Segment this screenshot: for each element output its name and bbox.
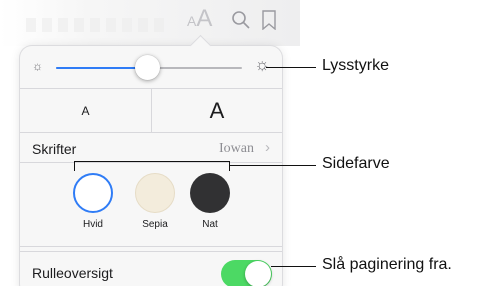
brightness-callout: Lysstyrke xyxy=(322,57,389,74)
brightness-row: ☼ ☼ xyxy=(20,46,282,89)
brightness-slider[interactable] xyxy=(56,55,242,80)
bookmark-icon[interactable] xyxy=(262,10,276,34)
brightness-slider-fill xyxy=(56,67,148,69)
brightness-slider-thumb[interactable] xyxy=(135,55,161,80)
search-icon[interactable] xyxy=(231,10,251,34)
faded-book-title xyxy=(26,18,166,32)
page-color-callout-line xyxy=(229,165,316,166)
increase-font-size-button[interactable]: A xyxy=(151,89,282,132)
display-settings-popover: ☼ ☼ A A Skrifter Iowan › Hvid Sepia Nat xyxy=(20,46,282,286)
font-value: Iowan xyxy=(219,141,254,156)
font-size-icon[interactable]: AA xyxy=(187,7,212,32)
pagination-callout-line xyxy=(271,266,316,267)
pagination-callout: Slå paginering fra. xyxy=(322,256,452,273)
page-color-white-swatch[interactable] xyxy=(73,173,113,213)
font-size-row: A A xyxy=(20,89,282,133)
font-row[interactable]: Skrifter Iowan › xyxy=(20,133,282,163)
page-color-night-swatch[interactable] xyxy=(190,173,230,213)
page-color-bracket-right xyxy=(229,161,230,171)
scroll-view-toggle[interactable] xyxy=(221,260,272,286)
chevron-right-icon: › xyxy=(265,139,270,156)
scroll-view-row: Rulleoversigt xyxy=(20,251,282,286)
sun-large-icon: ☼ xyxy=(254,55,270,74)
sun-small-icon: ☼ xyxy=(32,59,43,73)
page-color-bracket-left xyxy=(74,161,75,171)
page-color-row: Hvid Sepia Nat xyxy=(20,163,282,247)
page-color-white-label: Hvid xyxy=(82,219,103,230)
page-color-sepia-swatch[interactable] xyxy=(135,173,175,213)
scroll-view-label: Rulleoversigt xyxy=(32,265,113,281)
page-color-callout: Sidefarve xyxy=(322,155,390,172)
toggle-knob xyxy=(245,261,271,286)
reader-toolbar: AA xyxy=(0,0,300,46)
page-color-sepia-label: Sepia xyxy=(142,219,168,230)
page-color-bracket-top xyxy=(74,161,230,162)
brightness-callout-line xyxy=(266,67,316,68)
decrease-font-size-button[interactable]: A xyxy=(20,89,151,132)
page-color-night-label: Nat xyxy=(202,219,218,230)
font-label: Skrifter xyxy=(32,141,77,157)
book-display-settings-illustration: AA ☼ ☼ A A Skrifter Iowan › Hvid Sepia N… xyxy=(0,0,485,286)
